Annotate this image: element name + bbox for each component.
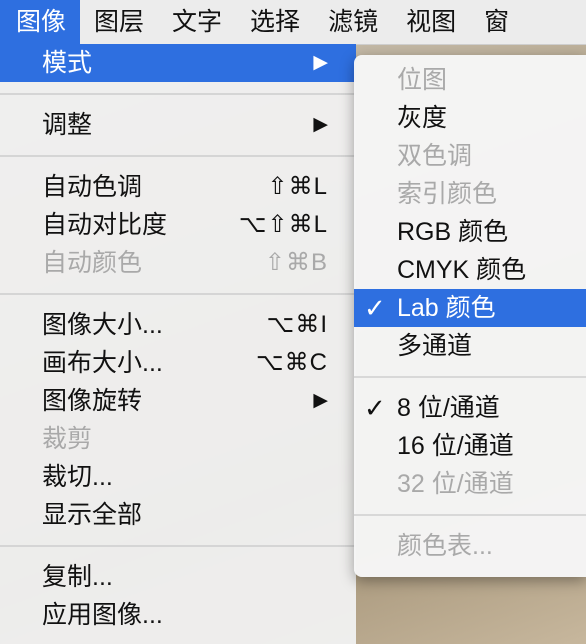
menu-item-auto-tone[interactable]: 自动色调 ⇧⌘L bbox=[0, 168, 356, 206]
submenu-item-label: 灰度 bbox=[397, 104, 448, 132]
menubar-type[interactable]: 文字 bbox=[158, 0, 236, 44]
menubar-layer[interactable]: 图层 bbox=[80, 0, 158, 44]
submenu-item-label: RGB 颜色 bbox=[397, 218, 509, 246]
menu-item-label: 图像旋转 bbox=[42, 387, 143, 415]
submenu-item-grayscale[interactable]: 灰度 bbox=[354, 99, 586, 137]
menu-item-label: 裁切... bbox=[42, 463, 113, 491]
menu-item-label: 调整 bbox=[42, 111, 93, 139]
menu-separator bbox=[0, 293, 356, 295]
menubar-image[interactable]: 图像 bbox=[0, 0, 81, 44]
menu-item-trim[interactable]: 裁切... bbox=[0, 458, 356, 496]
menu-item-apply-image[interactable]: 应用图像... bbox=[0, 596, 356, 634]
menu-item-duplicate[interactable]: 复制... bbox=[0, 558, 356, 596]
submenu-item-label: CMYK 颜色 bbox=[397, 256, 527, 284]
menu-item-label: 显示全部 bbox=[42, 501, 143, 529]
menubar-filter[interactable]: 滤镜 bbox=[314, 0, 392, 44]
submenu-arrow-icon: ▶ bbox=[313, 52, 328, 73]
submenu-item-label: 双色调 bbox=[397, 142, 473, 170]
menu-item-auto-color[interactable]: 自动颜色 ⇧⌘B bbox=[0, 244, 356, 282]
submenu-item-rgb-color[interactable]: RGB 颜色 bbox=[354, 213, 586, 251]
menu-item-label: 应用图像... bbox=[42, 601, 163, 629]
submenu-item-label: 16 位/通道 bbox=[397, 432, 514, 460]
submenu-item-cmyk-color[interactable]: CMYK 颜色 bbox=[354, 251, 586, 289]
menu-item-label: 模式 bbox=[42, 49, 93, 77]
image-menu: 模式 ▶ 调整 ▶ 自动色调 ⇧⌘L 自动对比度 ⌥⇧⌘L 自动颜色 ⇧⌘B 图… bbox=[0, 44, 356, 644]
menu-item-label: 复制... bbox=[42, 563, 113, 591]
submenu-item-label: 索引颜色 bbox=[397, 180, 498, 208]
menu-separator bbox=[354, 514, 586, 516]
submenu-item-label: 多通道 bbox=[397, 332, 473, 360]
shortcut-label: ⇧⌘L bbox=[267, 173, 328, 200]
shortcut-label: ⌥⌘C bbox=[256, 349, 328, 376]
menu-item-label: 画布大小... bbox=[42, 349, 163, 377]
menu-item-image-rotation[interactable]: 图像旋转 ▶ bbox=[0, 382, 356, 420]
menu-item-label: 图像大小... bbox=[42, 311, 163, 339]
submenu-item-8-bit[interactable]: ✓ 8 位/通道 bbox=[354, 389, 586, 427]
submenu-item-multichannel[interactable]: 多通道 bbox=[354, 327, 586, 365]
mode-submenu: 位图 灰度 双色调 索引颜色 RGB 颜色 CMYK 颜色 ✓ Lab 颜色 多… bbox=[354, 55, 586, 577]
menu-separator bbox=[0, 93, 356, 95]
submenu-item-duotone[interactable]: 双色调 bbox=[354, 137, 586, 175]
submenu-item-bitmap[interactable]: 位图 bbox=[354, 61, 586, 99]
menu-separator bbox=[0, 545, 356, 547]
submenu-item-32-bit[interactable]: 32 位/通道 bbox=[354, 465, 586, 503]
shortcut-label: ⌥⇧⌘L bbox=[238, 211, 328, 238]
submenu-item-indexed-color[interactable]: 索引颜色 bbox=[354, 175, 586, 213]
menu-item-image-size[interactable]: 图像大小... ⌥⌘I bbox=[0, 306, 356, 344]
menubar-view[interactable]: 视图 bbox=[392, 0, 470, 44]
shortcut-label: ⌥⌘I bbox=[266, 311, 328, 338]
menubar-window[interactable]: 窗 bbox=[470, 0, 523, 44]
menu-item-crop[interactable]: 裁剪 bbox=[0, 420, 356, 458]
menu-separator bbox=[354, 376, 586, 378]
menubar-select[interactable]: 选择 bbox=[236, 0, 314, 44]
menu-item-mode[interactable]: 模式 ▶ bbox=[0, 44, 356, 82]
submenu-item-lab-color[interactable]: ✓ Lab 颜色 bbox=[354, 289, 586, 327]
menu-item-canvas-size[interactable]: 画布大小... ⌥⌘C bbox=[0, 344, 356, 382]
submenu-arrow-icon: ▶ bbox=[313, 390, 328, 411]
menu-item-label: 自动对比度 bbox=[42, 211, 168, 239]
submenu-item-label: 32 位/通道 bbox=[397, 470, 514, 498]
menu-item-label: 裁剪 bbox=[42, 425, 93, 453]
menu-item-label: 自动颜色 bbox=[42, 249, 143, 277]
menu-item-adjustments[interactable]: 调整 ▶ bbox=[0, 106, 356, 144]
checkmark-icon: ✓ bbox=[364, 293, 386, 323]
submenu-arrow-icon: ▶ bbox=[313, 114, 328, 135]
submenu-item-16-bit[interactable]: 16 位/通道 bbox=[354, 427, 586, 465]
submenu-item-label: 颜色表... bbox=[397, 532, 493, 560]
menu-item-auto-contrast[interactable]: 自动对比度 ⌥⇧⌘L bbox=[0, 206, 356, 244]
shortcut-label: ⇧⌘B bbox=[264, 249, 328, 276]
menu-item-label: 自动色调 bbox=[42, 173, 143, 201]
menu-bar: 图像 图层 文字 选择 滤镜 视图 窗 bbox=[0, 0, 586, 45]
submenu-item-label: 8 位/通道 bbox=[397, 394, 500, 422]
menu-separator bbox=[0, 155, 356, 157]
checkmark-icon: ✓ bbox=[364, 393, 386, 423]
submenu-item-label: Lab 颜色 bbox=[397, 294, 496, 322]
menu-item-reveal-all[interactable]: 显示全部 bbox=[0, 496, 356, 534]
submenu-item-label: 位图 bbox=[397, 66, 448, 94]
submenu-item-color-table[interactable]: 颜色表... bbox=[354, 527, 586, 565]
